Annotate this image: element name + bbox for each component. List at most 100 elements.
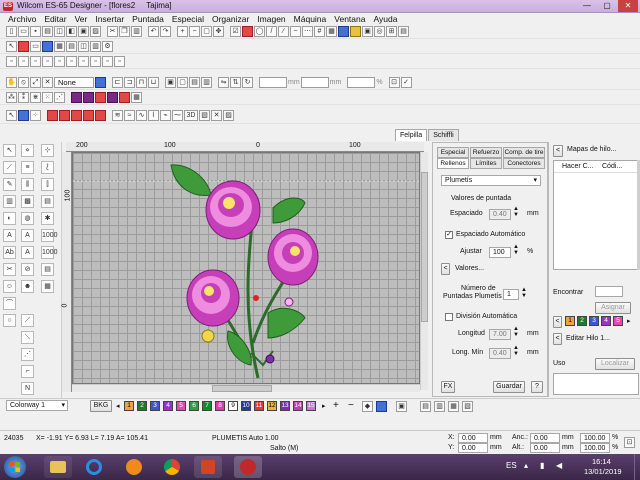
color-tool-f-icon[interactable]: ▦ (448, 401, 459, 412)
tray-arrow-icon[interactable]: ▴ (524, 461, 528, 470)
cursor-icon[interactable]: ↖ (6, 41, 17, 52)
fill-c-icon[interactable] (95, 92, 106, 103)
clock-date[interactable]: 13/01/2019 (584, 467, 622, 476)
show-stitches-icon[interactable] (242, 26, 253, 37)
color-tool-c-icon[interactable]: ▣ (396, 401, 407, 412)
count-field[interactable]: 1 (503, 289, 519, 300)
colorway-select[interactable]: Colorway 1 ▾ (6, 400, 68, 411)
color-tool-e-icon[interactable]: ▥ (434, 401, 445, 412)
maximize-button[interactable]: ▢ (598, 0, 616, 12)
complex-fill-icon[interactable]: ▩ (21, 195, 34, 208)
fill-a-icon[interactable] (71, 92, 82, 103)
export-icon[interactable]: ◧ (66, 26, 77, 37)
hand-icon[interactable]: ✋ (6, 77, 17, 88)
menu-ayuda[interactable]: Ayuda (369, 14, 401, 24)
vertical-scrollbar[interactable] (420, 152, 428, 390)
stitch-line-icon[interactable]: ⋰ (21, 348, 34, 361)
align-right-icon[interactable]: ⊓ (136, 77, 147, 88)
thread-icon[interactable] (42, 41, 53, 52)
find-field[interactable] (595, 286, 623, 297)
mirror-v-icon[interactable]: ⇅ (230, 77, 241, 88)
menu-ver[interactable]: Ver (71, 14, 92, 24)
paste-icon[interactable]: ▥ (131, 26, 142, 37)
language-indicator[interactable]: ES (506, 461, 517, 470)
mini-swatch-4[interactable]: 4 (601, 316, 611, 326)
wave-f-icon[interactable]: ⁓ (172, 110, 183, 121)
tool-g-icon[interactable]: ▫ (78, 56, 89, 67)
menu-especial[interactable]: Especial (168, 14, 208, 24)
tool-a-icon[interactable]: ▫ (6, 56, 17, 67)
reshape-icon[interactable]: ⤢ (30, 77, 41, 88)
column-b-icon[interactable]: ⫼ (21, 178, 34, 191)
stop-icon[interactable]: ⦸ (18, 77, 29, 88)
needle-icon[interactable]: / (266, 26, 277, 37)
copy-icon[interactable]: ❐ (119, 26, 130, 37)
show-desktop-button[interactable] (634, 454, 640, 480)
color-swatch-11[interactable]: 11 (254, 401, 264, 411)
table-icon[interactable]: ▤ (41, 263, 54, 276)
cut-icon[interactable]: ✂ (107, 26, 118, 37)
spacing-field[interactable]: 0.40 (489, 209, 511, 220)
ie-taskbar-icon[interactable] (80, 456, 108, 478)
min-length-field[interactable]: 0.40 (489, 348, 511, 359)
length-field[interactable]: 7.00 (489, 329, 511, 340)
swatch-scroll-right[interactable]: ▸ (627, 317, 631, 325)
swatch-right-arrow[interactable]: ▸ (322, 402, 326, 410)
mini-swatch-1[interactable]: 1 (565, 316, 575, 326)
people-icon[interactable]: ☺ (3, 280, 16, 293)
monogram-icon[interactable]: 1000 (41, 229, 58, 242)
stitch-b-icon[interactable]: ⁑ (18, 92, 29, 103)
star-icon[interactable]: ✱ (41, 212, 54, 225)
assign-button[interactable]: Asignar (595, 302, 631, 314)
color-swatch-14[interactable]: 14 (293, 401, 303, 411)
connector-icon[interactable]: ⁄ (278, 26, 289, 37)
align-center-icon[interactable]: ⊐ (124, 77, 135, 88)
network-icon[interactable]: ▮ (540, 461, 544, 470)
tool-c-icon[interactable]: ▫ (30, 56, 41, 67)
wilcom-taskbar-icon[interactable] (234, 456, 262, 478)
stitch-c-icon[interactable]: ⋇ (30, 92, 41, 103)
tab-schiffli[interactable]: Schiffli (428, 129, 459, 141)
backstitch-icon[interactable]: ⟅ (41, 161, 54, 174)
wave-a-icon[interactable]: ≋ (112, 110, 123, 121)
frame-icon[interactable]: ▭ (30, 41, 41, 52)
hatch-icon[interactable]: ▦ (326, 26, 337, 37)
col-hacer[interactable]: Hacer C... (562, 163, 594, 170)
diag-icon[interactable]: ⟍ (21, 331, 34, 344)
triple-run-icon[interactable]: ≡ (21, 161, 34, 174)
swatch-left-arrow[interactable]: ◂ (116, 402, 120, 410)
mini-swatch-5[interactable]: 5 (613, 316, 623, 326)
y-field[interactable]: 0.00 (458, 443, 488, 453)
fill-f-icon[interactable]: ▦ (131, 92, 142, 103)
x-field[interactable]: 0.00 (458, 433, 488, 443)
tab-refuerzo[interactable]: Refuerzo (470, 147, 502, 158)
people-b-icon[interactable]: ☻ (21, 280, 34, 293)
layer-icon[interactable]: ▥ (90, 41, 101, 52)
save-icon[interactable]: ▪ (30, 26, 41, 37)
min-length-spin-icon[interactable]: ▲ ▼ (513, 345, 519, 357)
threed-icon[interactable]: 3D (184, 110, 198, 121)
preview-icon[interactable]: ◫ (54, 26, 65, 37)
col-codigo[interactable]: Códi... (602, 163, 622, 170)
appliqué-icon[interactable]: ◐ (3, 212, 16, 225)
n-icon[interactable]: N (21, 382, 34, 395)
tatami-icon[interactable] (59, 110, 70, 121)
tab-rellenos[interactable]: Rellenos (437, 158, 469, 169)
color-icon[interactable] (350, 26, 361, 37)
window-icon[interactable]: ◫ (78, 41, 89, 52)
menu-organizar[interactable]: Organizar (208, 14, 253, 24)
count-spin-icon[interactable]: ▲ ▼ (521, 287, 527, 299)
adjust-field[interactable]: 100 (489, 247, 511, 258)
settings-icon[interactable]: ⚙ (102, 41, 113, 52)
tab-felpilla[interactable]: Felpilla (395, 129, 428, 141)
none-dropdown[interactable]: None (54, 77, 94, 88)
wave-b-icon[interactable]: ≈ (124, 110, 135, 121)
satin-icon[interactable] (47, 110, 58, 121)
menu-archivo[interactable]: Archivo (4, 14, 40, 24)
step-icon[interactable] (71, 110, 82, 121)
reshape-node-icon[interactable]: ⋄ (21, 144, 34, 157)
apply-icon[interactable]: ✓ (400, 77, 412, 88)
stitch-view-icon[interactable] (18, 41, 29, 52)
menu-insertar[interactable]: Insertar (91, 14, 128, 24)
color-tool-b-icon[interactable] (376, 401, 387, 412)
